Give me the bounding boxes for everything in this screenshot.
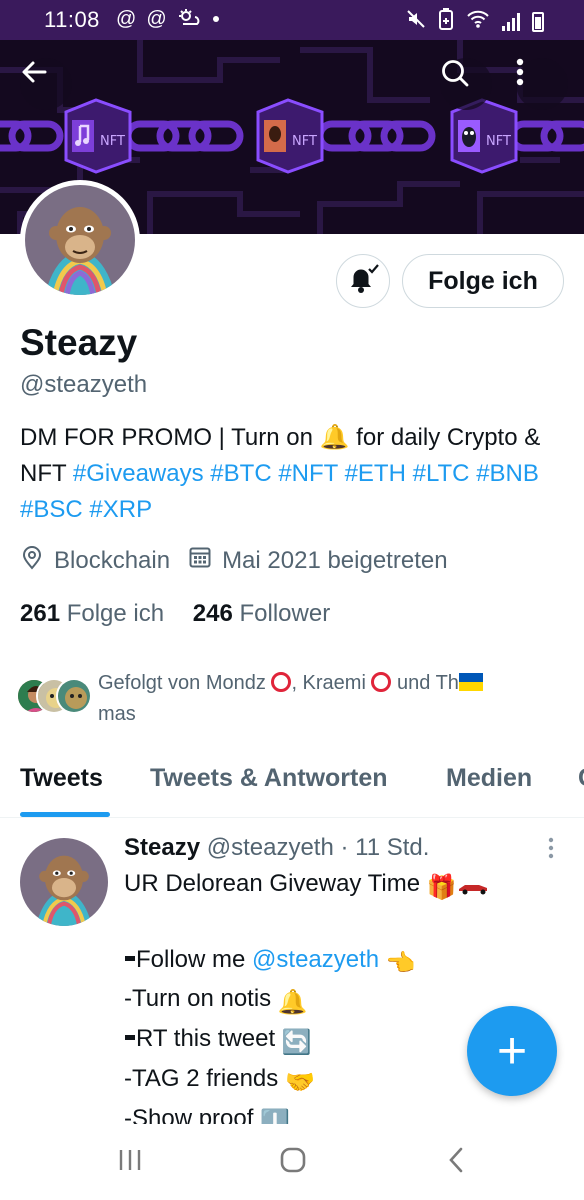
following-button[interactable]: Folge ich xyxy=(402,254,564,308)
hashtag-link[interactable]: #XRP xyxy=(89,496,152,523)
tweet-time[interactable]: 11 Std. xyxy=(355,834,429,861)
avatar xyxy=(56,678,92,714)
plus-icon: + xyxy=(496,1022,528,1080)
ape-avatar-image xyxy=(20,838,108,926)
tab-likes[interactable]: G xyxy=(578,764,584,793)
hashtag-link[interactable]: #NFT xyxy=(278,460,338,487)
home-icon xyxy=(279,1146,307,1179)
calendar-icon xyxy=(188,545,212,576)
followed-by-text[interactable]: Gefolgt von Mondz , Kraemi und Th mas xyxy=(98,668,568,730)
status-bar: 11:08 @ @ xyxy=(0,0,584,40)
hashtag-link[interactable]: #Giveaways xyxy=(73,460,204,487)
followed-by-label: Gefolgt von Mondz xyxy=(98,672,272,694)
profile-avatar[interactable] xyxy=(20,180,140,300)
followed-by-label: und Th xyxy=(391,672,459,694)
more-vert-icon xyxy=(546,837,556,866)
followers-count: 246 xyxy=(192,600,233,627)
weather-icon xyxy=(177,8,201,34)
profile-location: Blockchain xyxy=(54,546,171,574)
active-tab-indicator xyxy=(20,812,110,817)
tab-media[interactable]: Medien xyxy=(446,764,532,793)
battery-saver-icon xyxy=(438,8,454,35)
tweet-line: UR Delorean Giveway Time xyxy=(124,870,427,897)
system-navigation-bar xyxy=(0,1124,584,1200)
battery-icon xyxy=(532,11,544,32)
handshake-emoji-icon: 🤝 xyxy=(284,1068,315,1096)
red-circle-icon xyxy=(371,672,392,692)
profile-meta: Blockchain Mai 2021 beigetreten xyxy=(20,544,448,577)
svg-text:NFT: NFT xyxy=(292,134,317,149)
following-count: 261 xyxy=(20,600,61,627)
status-system-icons xyxy=(406,8,544,35)
followers-stat[interactable]: 246 Follower xyxy=(193,600,330,627)
tweet-author-handle[interactable]: @steazyeth xyxy=(207,834,334,861)
hashtag-link[interactable]: #BTC xyxy=(210,460,271,487)
tweet-more-button[interactable] xyxy=(546,836,556,862)
tweet-line: RT this tweet xyxy=(136,1025,282,1053)
location-pin-icon xyxy=(20,544,44,577)
search-button[interactable] xyxy=(440,58,492,110)
chevron-left-icon xyxy=(446,1146,466,1179)
profile-stats: 261 Folge ich 246 Follower xyxy=(20,600,330,628)
tweet-line: -TAG 2 friends xyxy=(124,1064,285,1092)
at-icon: @ xyxy=(116,8,137,30)
recent-apps-button[interactable] xyxy=(110,1146,150,1178)
profile-joined-date: Mai 2021 beigetreten xyxy=(222,546,448,574)
tweet-separator: · xyxy=(340,834,349,861)
followed-by-label: , Kraemi xyxy=(291,672,372,694)
back-button[interactable] xyxy=(20,58,72,110)
tweet-author-name[interactable]: Steazy xyxy=(124,834,200,861)
profile-tabs: Tweets Tweets & Antworten Medien G xyxy=(0,748,584,818)
hashtag-link[interactable]: #BSC xyxy=(20,496,83,523)
signal-icon xyxy=(502,12,520,31)
system-back-button[interactable] xyxy=(436,1146,476,1178)
car-emoji-icon xyxy=(457,870,491,906)
hashtag-link[interactable]: #ETH xyxy=(345,460,406,487)
profile-name: Steazy xyxy=(20,322,138,363)
recent-apps-icon xyxy=(117,1148,143,1177)
ukraine-flag-icon xyxy=(458,673,483,691)
bio-text: DM FOR PROMO | Turn on xyxy=(20,424,320,451)
at-icon: @ xyxy=(146,8,167,30)
wifi-icon xyxy=(466,9,490,34)
status-time: 11:08 xyxy=(44,7,100,32)
followed-by-label: mas xyxy=(98,703,136,725)
bell-check-icon xyxy=(346,263,380,300)
gift-emoji-icon: 🎁 xyxy=(426,874,457,901)
hashtag-link[interactable]: #BNB xyxy=(476,460,539,487)
bell-emoji-icon: 🔔 xyxy=(277,989,308,1017)
tweet-header: Steazy @steazyeth · 11 Std. xyxy=(124,834,429,862)
status-notification-icons: @ @ xyxy=(116,8,221,34)
tweet-author-avatar[interactable] xyxy=(20,838,108,926)
following-stat[interactable]: 261 Folge ich xyxy=(20,600,164,627)
profile-handle: @steazyeth xyxy=(20,371,148,398)
tweet-text: UR Delorean Giveway Time 🎁 Follow me @st… xyxy=(124,866,491,1141)
svg-text:NFT: NFT xyxy=(100,134,125,149)
tab-tweets[interactable]: Tweets xyxy=(20,764,103,793)
red-circle-icon xyxy=(271,672,292,692)
followers-label: Follower xyxy=(239,600,331,627)
tweet-mention-link[interactable]: @steazyeth xyxy=(252,946,379,973)
home-button[interactable] xyxy=(273,1146,313,1178)
profile-bio: DM FOR PROMO | Turn on 🔔 for daily Crypt… xyxy=(20,420,570,528)
tab-tweets-replies[interactable]: Tweets & Antworten xyxy=(150,764,388,793)
hashtag-link[interactable]: #LTC xyxy=(413,460,470,487)
bell-emoji-icon: 🔔 xyxy=(319,424,350,451)
svg-text:NFT: NFT xyxy=(486,134,511,149)
tweet-line: -Turn on notis xyxy=(124,985,278,1013)
ape-avatar-image xyxy=(25,185,135,295)
compose-tweet-button[interactable]: + xyxy=(467,1006,557,1096)
following-label: Folge ich xyxy=(66,600,165,627)
dash-bullet-icon xyxy=(124,946,136,982)
mute-icon xyxy=(406,9,426,34)
dot-icon xyxy=(211,8,221,34)
repeat-emoji-icon: 🔄 xyxy=(281,1029,312,1057)
dash-bullet-icon xyxy=(124,1025,136,1061)
tweet-line: Follow me xyxy=(136,945,253,973)
more-options-button[interactable] xyxy=(516,58,568,110)
notifications-button[interactable] xyxy=(336,254,390,308)
pointing-left-emoji-icon: 👈 xyxy=(385,949,416,977)
